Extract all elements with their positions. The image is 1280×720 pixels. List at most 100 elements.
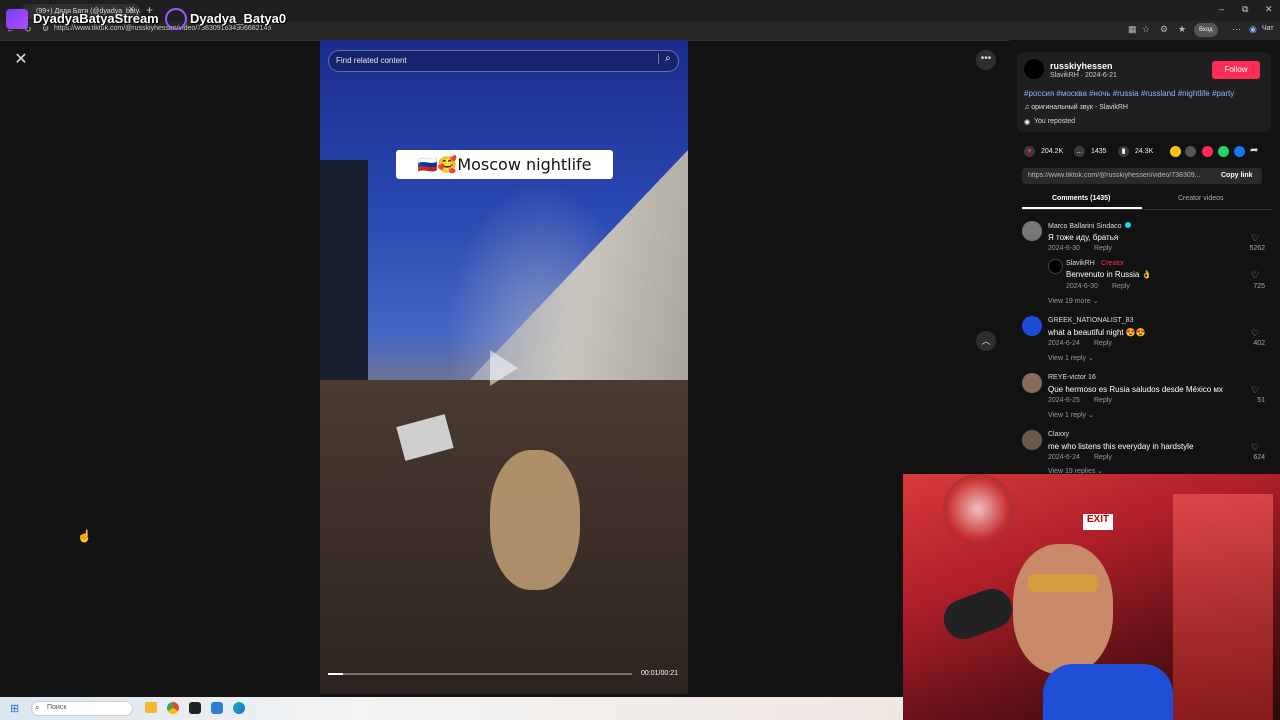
reply-like-count: 725 (1253, 283, 1265, 290)
comment-icon[interactable]: … (1074, 146, 1085, 157)
reply-text: Benvenuto in Russia 👌 (1066, 270, 1152, 279)
windows-taskbar (0, 697, 903, 720)
app-icon[interactable] (189, 702, 201, 714)
comment-author[interactable]: Claxxy (1048, 431, 1069, 438)
streamer-shirt (1043, 664, 1173, 720)
sunglasses (1028, 574, 1098, 592)
microphone (938, 583, 1018, 645)
share-friends-icon[interactable] (1170, 146, 1181, 157)
tiktok-logo-icon (165, 8, 187, 30)
tab-comments[interactable]: Comments (1435) (1052, 195, 1110, 202)
comment-like-icon[interactable]: ♡ (1251, 233, 1259, 244)
comment-like-count: 624 (1253, 454, 1265, 461)
video-progress-fill (328, 673, 344, 675)
view-more-replies[interactable]: View 19 more ⌄ (1048, 297, 1098, 305)
menu-icon[interactable]: ⋯ (1232, 24, 1241, 35)
tab-divider (1022, 209, 1272, 210)
favorites-icon[interactable]: ★ (1178, 24, 1186, 35)
send-icon[interactable] (1202, 146, 1213, 157)
dark-building (320, 160, 368, 410)
reply-button[interactable]: Reply (1094, 454, 1112, 461)
comment-date: 2024-6-30 (1048, 245, 1080, 252)
share-arrow-icon[interactable]: ➦ (1250, 145, 1258, 156)
repost-icon: ◉ (1024, 119, 1031, 126)
extensions-icon[interactable]: ⚙ (1160, 24, 1168, 35)
reply-avatar[interactable] (1048, 259, 1063, 274)
like-count: 204.2K (1041, 148, 1064, 155)
comment-text: me who listens this everyday in hardstyl… (1048, 442, 1194, 451)
related-search-placeholder: Find related content (336, 56, 407, 65)
stream-channel-name: DyadyaBatyaStream (33, 11, 159, 26)
comment-avatar[interactable] (1022, 430, 1042, 450)
tab-creator-videos[interactable]: Creator videos (1178, 195, 1224, 202)
comment-date: 2024-6-25 (1048, 397, 1080, 404)
chrome-icon[interactable] (167, 702, 179, 714)
reply-button[interactable]: Reply (1112, 283, 1130, 290)
whatsapp-icon[interactable] (1218, 146, 1229, 157)
url-field[interactable]: https://www.tiktok.com/@russkiyhessen/vi… (54, 25, 271, 32)
hand-cursor-icon: ☝ (77, 529, 92, 543)
twitch-logo-icon (6, 9, 28, 29)
previous-video-button[interactable]: ︿ (976, 331, 996, 351)
start-icon[interactable]: ⊞ (10, 702, 19, 715)
hashtags[interactable]: #россия #москва #ночь #russia #russland … (1024, 89, 1234, 98)
comment-like-icon[interactable]: ♡ (1251, 385, 1259, 396)
comment-like-count: 5262 (1249, 245, 1265, 252)
comment-avatar[interactable] (1022, 316, 1042, 336)
view-replies[interactable]: View 1 reply ⌄ (1048, 411, 1094, 419)
profile-button[interactable]: Вход (1194, 23, 1218, 37)
copy-link-button[interactable]: Copy link (1221, 172, 1253, 179)
chat-label[interactable]: Чат (1262, 25, 1274, 32)
comment-avatar[interactable] (1022, 373, 1042, 393)
author-subline: SlavikRH · 2024-6-21 (1050, 72, 1117, 79)
app-icon[interactable] (211, 702, 223, 714)
taskbar-search-placeholder: Поиск (47, 704, 67, 711)
comment-avatar[interactable] (1022, 221, 1042, 241)
sound-link[interactable]: ♫ оригинальный звук - SlavikRH (1024, 104, 1128, 111)
reply-button[interactable]: Reply (1094, 397, 1112, 404)
maximize-icon[interactable]: ⧉ (1242, 4, 1248, 15)
reply-like-icon[interactable]: ♡ (1251, 270, 1259, 281)
bookmark-star-icon[interactable]: ☆ (1142, 24, 1150, 35)
video-progress-bar[interactable] (328, 673, 632, 675)
comment-author[interactable]: Marco Ballarini Sindaco (1048, 222, 1131, 230)
shelf (1173, 494, 1273, 720)
close-video-button[interactable]: ✕ (12, 51, 30, 69)
more-options-button[interactable]: ••• (976, 50, 996, 70)
author-avatar[interactable] (1024, 59, 1044, 79)
embed-icon[interactable] (1185, 146, 1196, 157)
copilot-icon[interactable]: ◉ (1249, 24, 1257, 35)
reply-author[interactable]: SlavikRH · Creator (1066, 260, 1124, 267)
play-icon[interactable] (490, 350, 518, 386)
reply-button[interactable]: Reply (1094, 245, 1112, 252)
comment-like-icon[interactable]: ♡ (1251, 442, 1259, 453)
edge-icon[interactable] (233, 702, 245, 714)
reply-button[interactable]: Reply (1094, 340, 1112, 347)
follow-button[interactable]: Follow (1212, 61, 1260, 79)
reply-date: 2024-6-30 (1066, 283, 1098, 290)
like-icon[interactable]: ♥ (1024, 146, 1035, 157)
webcam-overlay: EXIT (903, 474, 1280, 720)
comment-like-count: 402 (1253, 340, 1265, 347)
view-replies[interactable]: View 1 reply ⌄ (1048, 354, 1094, 362)
file-explorer-icon[interactable] (145, 702, 157, 713)
author-username[interactable]: russkiyhessen (1050, 61, 1113, 71)
minimize-icon[interactable]: – (1219, 4, 1224, 14)
bookmark-icon[interactable]: ▮ (1118, 146, 1129, 157)
comment-date: 2024-6-24 (1048, 340, 1080, 347)
decoration-wreath (943, 474, 1013, 544)
view-replies[interactable]: View 19 replies ⌄ (1048, 467, 1103, 474)
comment-author[interactable]: GREEK_NATIONALIST_83 (1048, 317, 1133, 324)
video-caption: 🇷🇺🥰Moscow nightlife (396, 150, 613, 179)
comment-text: Que hermoso es Rusia saludos desde Méxic… (1048, 385, 1223, 394)
exit-sign: EXIT (1083, 514, 1113, 530)
stream-handle: Dyadya_Batya0 (190, 11, 287, 26)
apps-icon[interactable]: ▦ (1128, 24, 1137, 35)
comment-author[interactable]: REYE-victor 16 (1048, 374, 1096, 381)
close-window-icon[interactable]: ✕ (1265, 4, 1273, 15)
comment-text: Я тоже иду, братья (1048, 233, 1119, 242)
bookmark-count: 24.3K (1135, 148, 1154, 155)
search-icon[interactable]: ⌕ (658, 53, 671, 64)
comment-like-icon[interactable]: ♡ (1251, 328, 1259, 339)
facebook-icon[interactable] (1234, 146, 1245, 157)
